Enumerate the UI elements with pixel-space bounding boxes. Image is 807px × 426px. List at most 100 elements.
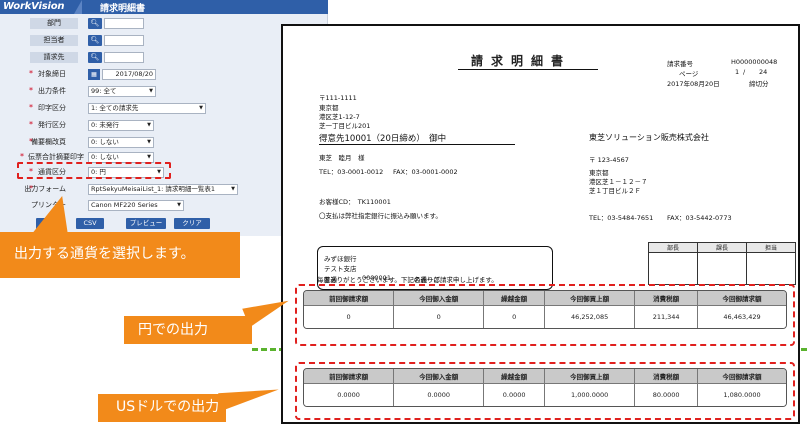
amount-cell: 1,080.0000 xyxy=(698,384,786,406)
column-header: 消費税額 xyxy=(635,369,699,384)
field-label: 請求先 xyxy=(30,52,78,63)
to-fax: FAX：03-0001-0002 xyxy=(393,168,458,176)
payment-note: 〇支払は弊社指定銀行に振込み願います。 xyxy=(319,212,442,220)
column-header: 今回御請求額 xyxy=(698,291,786,306)
form-row-billing-to: 請求先 🔍︎ xyxy=(0,52,328,64)
amount-cell: 1,000.0000 xyxy=(545,384,636,406)
staff-code-input[interactable] xyxy=(104,35,144,46)
chevron-down-icon: ▼ xyxy=(149,88,153,94)
field-label: 対象締日 xyxy=(38,70,66,78)
stamp-header: 部長 xyxy=(648,242,698,253)
from-zip: 〒 123-4567 xyxy=(589,156,629,164)
field-label: 備要欄改頁 xyxy=(31,138,66,146)
column-header: 今回御請求額 xyxy=(698,369,786,384)
printer-select[interactable]: Canon MF220 Series ▼ xyxy=(88,200,184,211)
from-fax: FAX：03-5442-0773 xyxy=(667,214,732,222)
billing-to-code-input[interactable] xyxy=(104,52,144,63)
form-row-closing-date: * 対象締日 ▦ 2017/08/20 xyxy=(0,69,328,81)
amount-cell: 80.0000 xyxy=(635,384,699,406)
column-header: 今回御入金額 xyxy=(394,291,485,306)
amount-value-row: 0.0000 0.0000 0.0000 1,000.0000 80.0000 … xyxy=(304,384,786,406)
amount-cell: 0 xyxy=(304,306,395,328)
currency-highlight-box xyxy=(17,162,171,179)
stamp-cell xyxy=(697,252,747,285)
form-row-print-type: * 印字区分 1: 全ての請求先 ▼ xyxy=(0,103,328,115)
chevron-down-icon: ▼ xyxy=(199,105,203,111)
app-title: 請求明細書 xyxy=(100,4,146,14)
csv-button[interactable]: CSV xyxy=(76,218,104,229)
amount-cell: 0 xyxy=(484,306,546,328)
to-address-3: 芝一丁目ビル201 xyxy=(319,122,371,130)
print-type-select[interactable]: 1: 全ての請求先 ▼ xyxy=(88,103,206,114)
search-button[interactable]: 🔍︎ xyxy=(88,35,102,46)
page-slash: / xyxy=(743,68,746,76)
invoice-date: 2017年08月20日 xyxy=(667,80,720,88)
field-label: 出力フォーム xyxy=(24,185,66,193)
approval-stamp-table: 部長 課長 担当 xyxy=(648,242,796,285)
closing-label: 締切分 xyxy=(749,80,769,88)
title-bar: WorkVision 請求明細書 xyxy=(0,0,328,14)
page-label: ページ xyxy=(679,70,699,78)
title-underline xyxy=(458,69,598,70)
currency-callout: 出力する通貨を選択します。 xyxy=(0,232,240,278)
jpy-output-callout: 円での出力 xyxy=(124,316,252,344)
customer-code: お客様CD： TK110001 xyxy=(319,198,391,206)
form-row-output-condition: * 出力条件 99: 全て ▼ xyxy=(0,86,328,98)
column-header: 前回御請求額 xyxy=(304,291,395,306)
amount-cell: 0.0000 xyxy=(394,384,485,406)
column-header: 今回御買上額 xyxy=(545,291,636,306)
usd-amount-table: 前回御請求額 今回御入金額 繰越金額 今回御買上額 消費税額 今回御請求額 0.… xyxy=(303,368,787,407)
jpy-amount-table: 前回御請求額 今回御入金額 繰越金額 今回御買上額 消費税額 今回御請求額 0 … xyxy=(303,290,787,329)
amount-cell: 0.0000 xyxy=(484,384,546,406)
clear-button[interactable]: クリア xyxy=(174,218,210,229)
issue-type-select[interactable]: 0: 未発行 ▼ xyxy=(88,120,154,131)
invoice-document: 請求明細書 請求番号 H0000000048 ページ 1 / 24 2017年0… xyxy=(281,24,800,424)
page-total: 24 xyxy=(759,68,768,76)
chevron-down-icon: ▼ xyxy=(177,202,181,208)
preview-button[interactable]: プレビュー xyxy=(126,218,166,229)
titlebar-divider xyxy=(74,0,82,14)
column-header: 繰越金額 xyxy=(484,369,546,384)
remarks-pagebreak-select[interactable]: 0: しない ▼ xyxy=(88,137,154,148)
output-form-select[interactable]: RptSekyuMeisaiList_1: 請求明細一覧表1 ▼ xyxy=(88,184,238,195)
amount-cell: 46,252,085 xyxy=(545,306,636,328)
amount-header-row: 前回御請求額 今回御入金額 繰越金額 今回御買上額 消費税額 今回御請求額 xyxy=(304,291,786,306)
column-header: 消費税額 xyxy=(635,291,699,306)
form-row-output-form: * 出力フォーム RptSekyuMeisaiList_1: 請求明細一覧表1 ▼ xyxy=(0,184,328,196)
stamp-header: 課長 xyxy=(697,242,747,253)
form-row-issue-type: * 発行区分 0: 未発行 ▼ xyxy=(0,120,328,132)
from-company: 東芝ソリューション販売株式会社 xyxy=(589,133,709,142)
invoice-no: H0000000048 xyxy=(731,58,778,66)
amount-cell: 0.0000 xyxy=(304,384,395,406)
invoice-no-label: 請求番号 xyxy=(667,60,693,68)
to-zip: 〒111-1111 xyxy=(319,94,357,102)
amount-cell: 0 xyxy=(394,306,485,328)
column-header: 繰越金額 xyxy=(484,291,546,306)
output-condition-select[interactable]: 99: 全て ▼ xyxy=(88,86,156,97)
column-header: 今回御買上額 xyxy=(545,369,636,384)
field-label: 印字区分 xyxy=(38,104,66,112)
closing-date-input[interactable]: 2017/08/20 xyxy=(102,69,156,80)
bank-branch: テスト支店 xyxy=(324,265,357,273)
to-company-name: 得意先10001（20日締め） 御中 xyxy=(319,132,515,145)
to-tel: TEL：03-0001-0012 xyxy=(319,168,384,176)
calendar-icon[interactable]: ▦ xyxy=(88,69,100,80)
stamp-cell xyxy=(648,252,698,285)
thanks-message: 毎度ありがとうございます。下記の通りご請求申し上げます。 xyxy=(317,276,498,284)
search-button[interactable]: 🔍︎ xyxy=(88,52,102,63)
field-label: 出力条件 xyxy=(38,87,66,95)
chevron-down-icon: ▼ xyxy=(147,154,151,160)
amount-header-row: 前回御請求額 今回御入金額 繰越金額 今回御買上額 消費税額 今回御請求額 xyxy=(304,369,786,384)
document-title: 請求明細書 xyxy=(471,54,572,68)
amount-value-row: 0 0 0 46,252,085 211,344 46,463,429 xyxy=(304,306,786,328)
to-person: 東芝 睦月 様 xyxy=(319,154,365,162)
field-label: 発行区分 xyxy=(38,121,66,129)
chevron-down-icon: ▼ xyxy=(147,139,151,145)
stamp-header: 担当 xyxy=(746,242,796,253)
form-row-remarks-pagebreak: * 備要欄改頁 0: しない ▼ xyxy=(0,137,328,149)
department-code-input[interactable] xyxy=(104,18,144,29)
usd-output-callout: USドルでの出力 xyxy=(98,394,226,422)
form-row-staff: 担当者 🔍︎ xyxy=(0,35,328,47)
usd-callout-pointer xyxy=(218,380,281,411)
search-button[interactable]: 🔍︎ xyxy=(88,18,102,29)
